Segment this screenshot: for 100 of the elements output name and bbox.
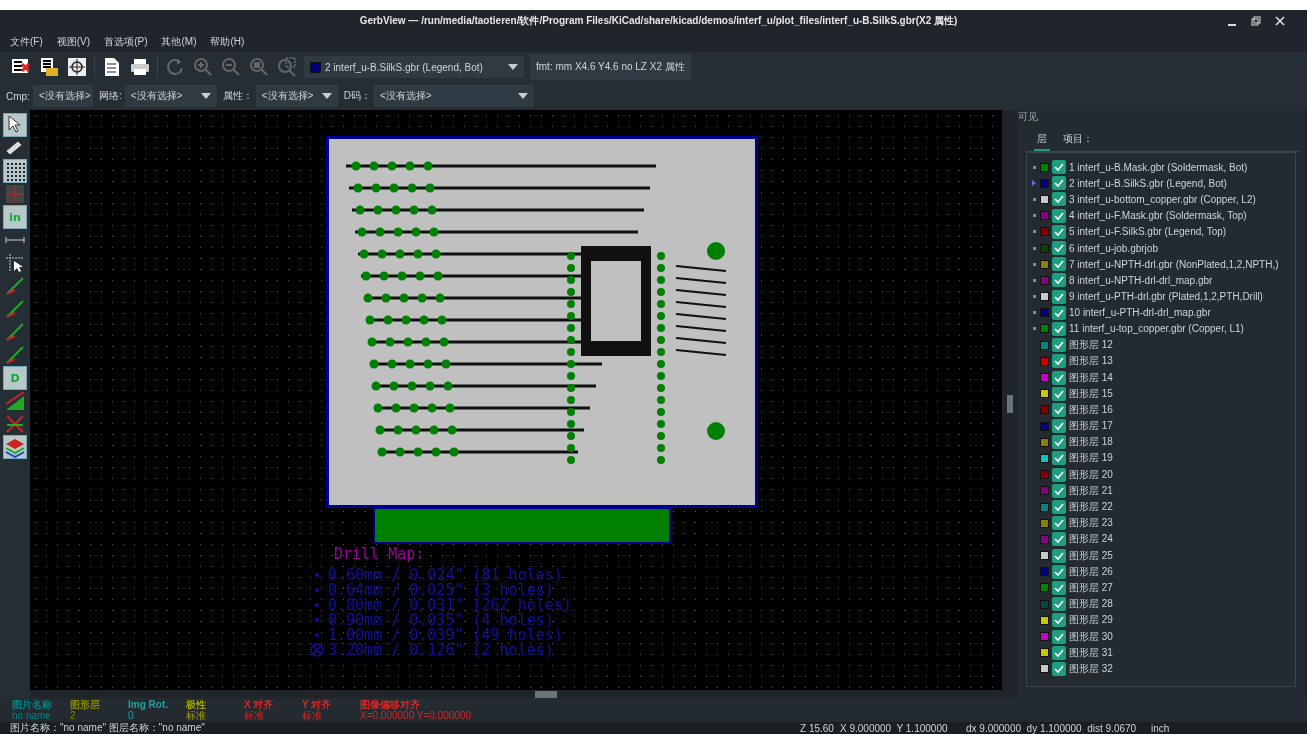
layer-name[interactable]: 1 interf_u-B.Mask.gbr (Soldermask, Bot): [1069, 161, 1248, 173]
layer-visibility-checkbox[interactable]: [1052, 257, 1066, 272]
layers-folder-icon[interactable]: [38, 56, 60, 78]
refresh-icon[interactable]: [164, 56, 186, 78]
layer-visibility-checkbox[interactable]: [1052, 208, 1066, 223]
layer-color-swatch[interactable]: [1040, 470, 1049, 480]
layer-visibility-checkbox[interactable]: [1052, 241, 1066, 256]
layer-visibility-checkbox[interactable]: [1052, 451, 1066, 466]
layer-visibility-checkbox[interactable]: [1052, 273, 1066, 288]
layer-color-swatch[interactable]: [1040, 518, 1049, 528]
splitter-handle[interactable]: [1007, 395, 1013, 413]
layer-color-swatch[interactable]: [1040, 502, 1049, 512]
line-icon[interactable]: [4, 321, 26, 343]
layer-color-swatch[interactable]: [1040, 243, 1049, 253]
layer-color-swatch[interactable]: [1040, 162, 1049, 172]
layer-name[interactable]: 图形层 28: [1069, 597, 1113, 612]
layer-name[interactable]: 图形层 25: [1069, 548, 1113, 563]
filter-dropdown[interactable]: <没有选择>: [373, 85, 534, 107]
layer-visibility-checkbox[interactable]: [1052, 613, 1066, 628]
menu-item[interactable]: 视图(V): [56, 35, 91, 49]
layer-name[interactable]: 9 interf_u-PTH-drl.gbr (Plated,1,2,PTH,Drill): [1069, 291, 1263, 303]
zoom-area-icon[interactable]: [276, 56, 298, 78]
layer-color-swatch[interactable]: [1040, 453, 1049, 463]
layer-visibility-checkbox[interactable]: [1052, 645, 1066, 660]
layer-name[interactable]: 图形层 13: [1069, 354, 1113, 369]
zoom-fit-icon[interactable]: [248, 56, 270, 78]
layer-visibility-checkbox[interactable]: [1052, 419, 1066, 434]
layer-visibility-checkbox[interactable]: [1052, 435, 1066, 450]
grid-icon[interactable]: [4, 160, 26, 182]
scrollbar-thumb[interactable]: [535, 691, 557, 698]
layer-name[interactable]: 图形层 14: [1069, 370, 1113, 385]
layer-name[interactable]: 图形层 24: [1069, 532, 1113, 547]
layer-visibility-checkbox[interactable]: [1052, 564, 1066, 579]
layer-visibility-checkbox[interactable]: [1052, 580, 1066, 595]
layer-name[interactable]: 图形层 27: [1069, 580, 1113, 595]
layer-color-swatch[interactable]: [1040, 211, 1049, 221]
layer-visibility-checkbox[interactable]: [1052, 176, 1066, 191]
layer-visibility-checkbox[interactable]: [1052, 192, 1066, 207]
layer-color-swatch[interactable]: [1040, 615, 1049, 625]
layer-color-swatch[interactable]: [1040, 648, 1049, 658]
layer-name[interactable]: 图形层 26: [1069, 564, 1113, 579]
arrow-cursor-icon[interactable]: [4, 114, 26, 136]
layer-visibility-checkbox[interactable]: [1052, 354, 1066, 369]
layer-color-swatch[interactable]: [1040, 534, 1049, 544]
layer-name[interactable]: 10 interf_u-PTH-drl-drl_map.gbr: [1069, 307, 1211, 319]
layers-icon[interactable]: [4, 436, 26, 458]
cross-lines-icon[interactable]: [4, 413, 26, 435]
layer-visibility-checkbox[interactable]: [1052, 483, 1066, 498]
layer-name[interactable]: 图形层 22: [1069, 500, 1113, 515]
layer-visibility-checkbox[interactable]: [1052, 467, 1066, 482]
layer-name[interactable]: 图形层 21: [1069, 483, 1113, 498]
layer-name[interactable]: 图形层 17: [1069, 419, 1113, 434]
layer-name[interactable]: 4 interf_u-F.Mask.gbr (Soldermask, Top): [1069, 210, 1247, 222]
layer-visibility-checkbox[interactable]: [1052, 224, 1066, 239]
layer-name[interactable]: 图形层 23: [1069, 516, 1113, 531]
layer-name[interactable]: 图形层 31: [1069, 645, 1113, 660]
layer-visibility-checkbox[interactable]: [1052, 305, 1066, 320]
filter-dropdown[interactable]: <没有选择>: [124, 85, 217, 107]
layer-visibility-checkbox[interactable]: [1052, 402, 1066, 417]
menu-item[interactable]: 文件(F): [10, 35, 43, 49]
layer-color-swatch[interactable]: [1040, 567, 1049, 577]
zoom-out-icon[interactable]: [220, 56, 242, 78]
layer-color-swatch[interactable]: [1040, 259, 1049, 269]
layer-name[interactable]: 图形层 18: [1069, 435, 1113, 450]
panel-tab[interactable]: 项目：: [1060, 130, 1096, 151]
layer-color-swatch[interactable]: [1040, 389, 1049, 399]
layer-color-swatch[interactable]: [1040, 486, 1049, 496]
layer-color-swatch[interactable]: [1040, 551, 1049, 561]
menu-item[interactable]: 首选项(P): [104, 35, 148, 49]
layer-visibility-checkbox[interactable]: [1052, 500, 1066, 515]
panel-tab[interactable]: 层: [1034, 130, 1050, 151]
layer-color-swatch[interactable]: [1040, 373, 1049, 383]
layer-color-swatch[interactable]: [1040, 178, 1049, 188]
layer-color-swatch[interactable]: [1040, 324, 1049, 334]
layer-color-swatch[interactable]: [1040, 340, 1049, 350]
layer-name[interactable]: 图形层 12: [1069, 338, 1113, 353]
layer-color-swatch[interactable]: [1040, 632, 1049, 642]
layer-name[interactable]: 图形层 15: [1069, 386, 1113, 401]
zoom-in-icon[interactable]: [192, 56, 214, 78]
layer-color-swatch[interactable]: [1040, 599, 1049, 609]
layer-color-swatch[interactable]: [1040, 292, 1049, 302]
layer-visibility-checkbox[interactable]: [1052, 532, 1066, 547]
layer-visibility-checkbox[interactable]: [1052, 516, 1066, 531]
layer-name[interactable]: 2 interf_u-B.SilkS.gbr (Legend, Bot): [1069, 177, 1227, 189]
layer-name[interactable]: 7 interf_u-NPTH-drl.gbr (NonPlated,1,2,NPTH,): [1069, 258, 1279, 270]
layer-color-swatch[interactable]: [1040, 583, 1049, 593]
full-cursor-icon[interactable]: [4, 252, 26, 274]
printer-icon[interactable]: [129, 56, 151, 78]
layer-color-swatch[interactable]: [1040, 227, 1049, 237]
layer-dropdown[interactable]: 2 interf_u-B.SilkS.gbr (Legend, Bot): [304, 56, 524, 78]
layer-color-swatch[interactable]: [1040, 437, 1049, 447]
layer-color-swatch[interactable]: [1040, 405, 1049, 415]
layer-name[interactable]: 3 interf_u-bottom_copper.gbr (Copper, L2): [1069, 193, 1256, 205]
layer-name[interactable]: 图形层 16: [1069, 402, 1113, 417]
layer-name[interactable]: 8 interf_u-NPTH-drl-drl_map.gbr: [1069, 274, 1213, 286]
layer-name[interactable]: 6 interf_u-job.gbrjob: [1069, 242, 1158, 254]
menu-item[interactable]: 其他(M): [161, 35, 197, 49]
layer-name[interactable]: 11 interf_u-top_copper.gbr (Copper, L1): [1069, 323, 1244, 335]
layer-visibility-checkbox[interactable]: [1052, 338, 1066, 353]
filter-dropdown[interactable]: <没有选择>: [255, 85, 338, 107]
